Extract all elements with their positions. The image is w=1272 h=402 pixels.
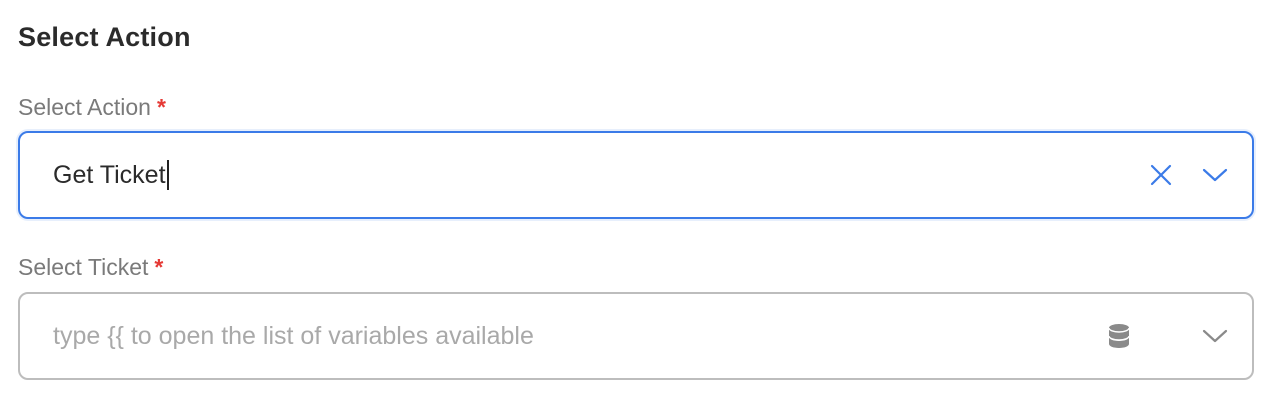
select-action-value-text: Get Ticket bbox=[53, 160, 166, 189]
select-action-value[interactable]: Get Ticket bbox=[53, 160, 169, 190]
chevron-down-icon[interactable] bbox=[1200, 160, 1230, 190]
select-ticket-label: Select Ticket * bbox=[18, 254, 163, 281]
select-ticket-label-text: Select Ticket bbox=[18, 254, 149, 280]
select-action-label-text: Select Action bbox=[18, 94, 151, 120]
close-icon[interactable] bbox=[1146, 160, 1176, 190]
required-marker: * bbox=[154, 254, 164, 280]
select-action-panel: Select Action Select Action * Get Ticket … bbox=[0, 0, 1272, 402]
select-ticket-placeholder[interactable]: type {{ to open the list of variables av… bbox=[53, 322, 534, 351]
database-icon[interactable] bbox=[1104, 321, 1134, 351]
select-action-dropdown[interactable]: Get Ticket bbox=[18, 131, 1254, 219]
select-action-label: Select Action * bbox=[18, 94, 166, 121]
text-cursor bbox=[166, 160, 169, 190]
section-title: Select Action bbox=[18, 22, 191, 52]
select-ticket-dropdown[interactable]: type {{ to open the list of variables av… bbox=[18, 292, 1254, 380]
chevron-down-icon[interactable] bbox=[1200, 321, 1230, 351]
required-marker: * bbox=[156, 94, 166, 120]
